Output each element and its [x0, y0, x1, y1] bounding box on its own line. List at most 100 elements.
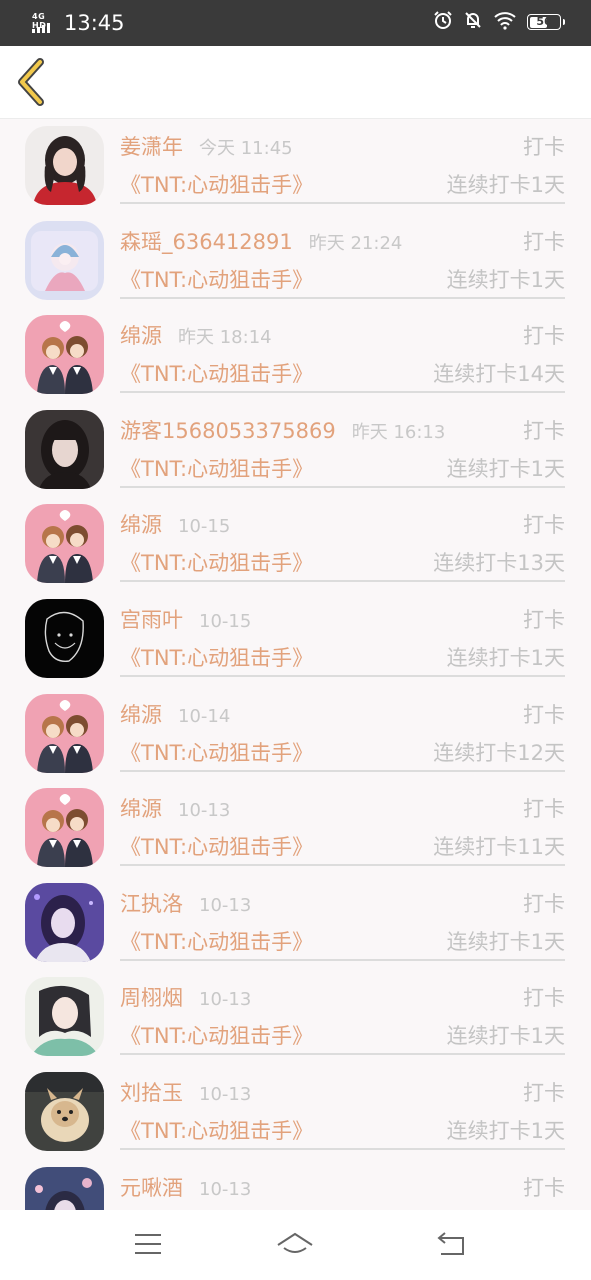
user-name-text[interactable]: 江执洛 — [120, 892, 183, 916]
list-item[interactable]: 森瑶_636412891 昨天 21:24 打卡 《TNT:心动狙击手》 连续打卡1天 — [0, 214, 591, 309]
user-name[interactable]: 森瑶_636412891 昨天 21:24 — [120, 226, 402, 256]
user-name[interactable]: 姜潇年 今天 11:45 — [120, 131, 293, 161]
list-item[interactable]: 游客1568053375869 昨天 16:13 打卡 《TNT:心动狙击手》 连续打卡… — [0, 403, 591, 498]
list-item[interactable]: 元啾酒10-13打卡《TNT:心动狙击手》连续打卡1天 — [0, 1160, 591, 1210]
avatar[interactable] — [25, 693, 104, 773]
avatar[interactable] — [25, 1072, 104, 1151]
row-divider — [120, 296, 565, 299]
book-title-link[interactable]: 《TNT:心动狙击手》 — [120, 926, 313, 956]
timestamp: 昨天 16:13 — [351, 421, 446, 443]
list-item[interactable]: 绵源 10-13 打卡《TNT:心动狙击手》 连续打卡11天 — [0, 781, 591, 876]
user-name-text[interactable]: 绵源 — [120, 324, 162, 348]
timestamp: 10-13 — [178, 800, 231, 822]
user-name-text[interactable]: 姜潇年 — [120, 135, 183, 159]
book-title-link[interactable]: 《TNT:心动狙击手》 — [120, 1115, 313, 1145]
row-divider — [120, 1053, 565, 1056]
user-name[interactable]: 绵源 10-15 — [120, 509, 230, 539]
user-name-text[interactable]: 刘拾玉 — [120, 1081, 183, 1105]
streak-text: 连续打卡12天 — [433, 740, 565, 765]
back-button[interactable] — [12, 56, 56, 108]
user-name-text[interactable]: 游客1568053375869 — [120, 419, 336, 443]
book-title-link[interactable]: 《TNT:心动狙击手》 — [120, 169, 313, 199]
page-header — [0, 46, 591, 119]
action-label: 打卡 — [523, 513, 565, 538]
row-divider — [120, 485, 565, 488]
return-icon — [437, 1232, 464, 1255]
network-signal-icon: 4G HD — [32, 12, 58, 34]
action-label: 打卡 — [523, 797, 565, 822]
user-name[interactable]: 绵源 昨天 18:14 — [120, 320, 272, 350]
battery-level: 56 — [536, 15, 552, 28]
timestamp: 今天 11:45 — [199, 138, 293, 159]
menu-icon — [135, 1234, 161, 1254]
book-title-link[interactable]: 《TNT:心动狙击手》 — [120, 737, 313, 767]
alarm-icon — [433, 10, 453, 34]
user-name[interactable]: 绵源 10-13 — [120, 793, 230, 823]
checkin-list[interactable]: 姜潇年 今天 11:45 打卡 《TNT:心动狙击手》 连续打卡1天 森瑶_6364128… — [0, 119, 591, 1210]
streak-text: 连续打卡1天 — [446, 267, 565, 292]
action-label: 打卡 — [523, 135, 565, 159]
return-button[interactable] — [431, 1226, 471, 1262]
list-item[interactable]: 刘拾玉 10-13 打卡 《TNT:心动狙击手》 连续打卡1天 — [0, 1065, 591, 1160]
avatar[interactable] — [25, 788, 104, 868]
status-right: 56 — [433, 10, 565, 34]
user-name-text[interactable]: 森瑶_636412891 — [120, 230, 293, 254]
book-title-link[interactable]: 《TNT:心动狙击手》 — [120, 547, 313, 577]
timestamp: 10-14 — [178, 705, 231, 727]
menu-button[interactable] — [128, 1226, 168, 1262]
list-item[interactable]: 绵源 10-14 打卡《TNT:心动狙击手》 连续打卡12天 — [0, 687, 591, 782]
user-name[interactable]: 宫雨叶 10-15 — [120, 604, 251, 634]
action-label: 打卡 — [523, 608, 565, 632]
row-divider — [120, 391, 565, 394]
streak-text: 连续打卡11天 — [433, 835, 565, 860]
row-divider — [120, 864, 565, 867]
user-name-text[interactable]: 绵源 — [120, 797, 162, 821]
book-title-link[interactable]: 《TNT:心动狙击手》 — [120, 1020, 313, 1050]
user-name[interactable]: 周栩烟 10-13 — [120, 982, 251, 1012]
list-item[interactable]: 宫雨叶 10-15 打卡 《TNT:心动狙击手》 连续打卡1天 — [0, 592, 591, 687]
user-name[interactable]: 游客1568053375869 昨天 16:13 — [120, 415, 445, 445]
list-item[interactable]: 周栩烟 10-13 打卡 《TNT:心动狙击手》 连续打卡1天 — [0, 970, 591, 1065]
list-item[interactable]: 绵源 昨天 18:14 打卡 《TNT:心动狙击手》 连续打卡14天 — [0, 308, 591, 403]
streak-text: 连续打卡1天 — [446, 929, 565, 954]
timestamp: 10-15 — [199, 611, 252, 632]
book-title-link[interactable]: 《TNT:心动狙击手》 — [120, 642, 313, 672]
row-divider — [120, 769, 565, 772]
timestamp: 昨天 18:14 — [178, 327, 272, 349]
user-name[interactable]: 江执洛 10-13 — [120, 888, 251, 918]
avatar[interactable] — [25, 409, 104, 489]
action-label: 打卡 — [523, 1175, 565, 1200]
action-label: 打卡 — [523, 986, 565, 1011]
battery-icon: 56 — [527, 14, 565, 30]
user-name-text[interactable]: 宫雨叶 — [120, 608, 183, 632]
avatar[interactable] — [25, 882, 104, 962]
list-item[interactable]: 绵源 10-15 打卡 《TNT:心动狙击手》 连续打卡13天 — [0, 497, 591, 592]
user-name-text[interactable]: 元啾酒 — [120, 1176, 183, 1200]
action-label: 打卡 — [523, 1081, 565, 1105]
avatar[interactable] — [25, 599, 104, 678]
user-name[interactable]: 刘拾玉 10-13 — [120, 1077, 251, 1107]
list-item[interactable]: 姜潇年 今天 11:45 打卡《TNT:心动狙击手》 连续打卡1天 — [0, 119, 591, 214]
user-name-text[interactable]: 绵源 — [120, 513, 162, 537]
timestamp: 10-13 — [199, 894, 252, 916]
avatar[interactable] — [25, 1166, 104, 1210]
user-name[interactable]: 绵源 10-14 — [120, 699, 230, 729]
avatar[interactable] — [25, 315, 104, 395]
book-title-link[interactable]: 《TNT:心动狙击手》 — [120, 831, 313, 861]
book-title-link[interactable]: 《TNT:心动狙击手》 — [120, 264, 313, 294]
avatar[interactable] — [25, 504, 104, 584]
home-button[interactable] — [275, 1226, 315, 1262]
status-left: 4G HD 13:45 — [32, 8, 125, 38]
streak-text: 连续打卡1天 — [446, 173, 565, 197]
book-title-link[interactable]: 《TNT:心动狙击手》 — [120, 453, 313, 483]
list-item[interactable]: 江执洛 10-13 打卡 《TNT:心动狙击手》 连续打卡1天 — [0, 876, 591, 971]
avatar[interactable] — [25, 126, 104, 205]
avatar[interactable] — [25, 977, 104, 1057]
avatar[interactable] — [25, 220, 104, 300]
action-label: 打卡 — [523, 702, 565, 727]
user-name-text[interactable]: 绵源 — [120, 703, 162, 727]
user-name-text[interactable]: 周栩烟 — [120, 986, 183, 1010]
user-name[interactable]: 元啾酒 10-13 — [120, 1172, 251, 1202]
book-title-link[interactable]: 《TNT:心动狙击手》 — [120, 358, 313, 388]
timestamp: 10-13 — [199, 989, 252, 1011]
